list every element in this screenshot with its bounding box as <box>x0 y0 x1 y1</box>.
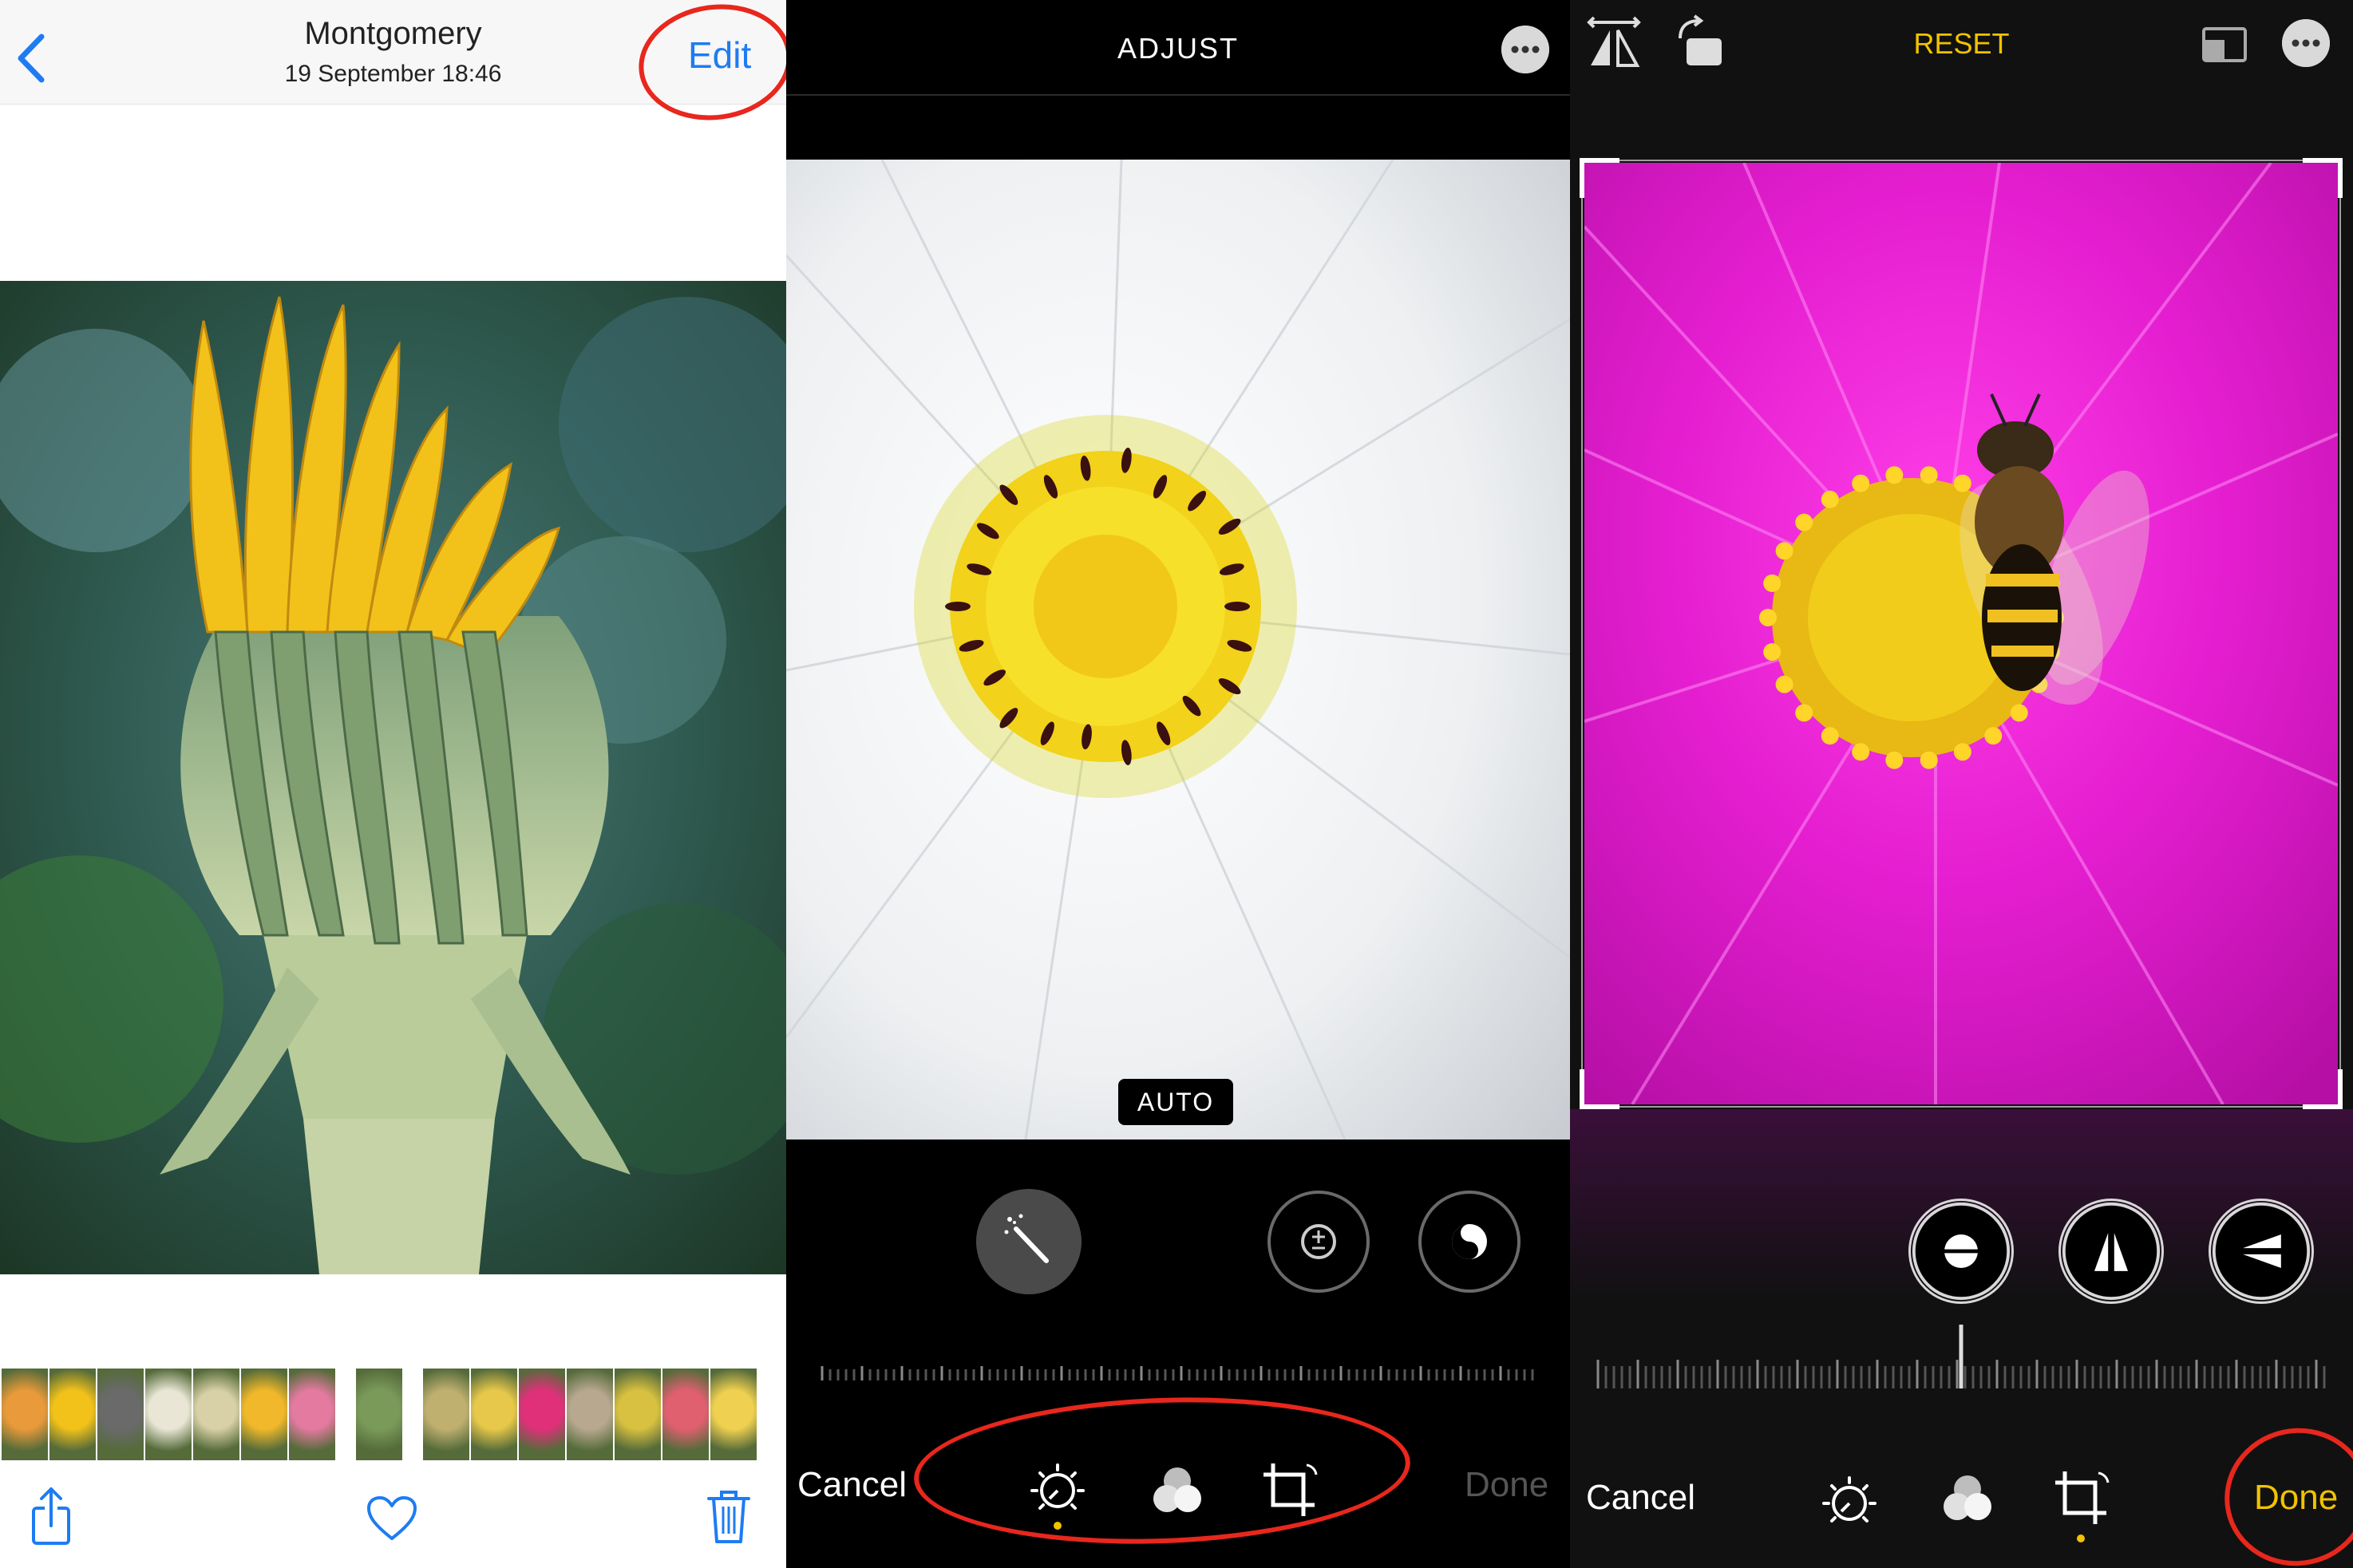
filters-icon[interactable] <box>1145 1463 1209 1519</box>
photo-date: 19 September 18:46 <box>284 61 502 87</box>
straighten-icon[interactable] <box>1908 1199 2014 1304</box>
thumbnail[interactable] <box>615 1369 661 1460</box>
done-button[interactable]: Done <box>2254 1478 2338 1518</box>
thumbnail[interactable] <box>2 1369 48 1460</box>
anther <box>1224 602 1250 611</box>
straighten-slider[interactable] <box>1594 1325 2328 1388</box>
heart-icon[interactable] <box>366 1495 418 1542</box>
thumbnail[interactable] <box>49 1369 96 1460</box>
crop-header: RESET <box>1570 0 2353 88</box>
crop-panel: RESET Cancel Done <box>1570 0 2353 1568</box>
adjust-header: ADJUST <box>786 0 1570 96</box>
thumbnail[interactable] <box>145 1369 192 1460</box>
navigation-bar: Montgomery 19 September 18:46 Edit <box>0 0 786 105</box>
bottom-toolbar <box>0 1468 786 1568</box>
thumbnail[interactable] <box>519 1369 565 1460</box>
filters-icon[interactable] <box>1936 1471 1999 1527</box>
thumbnail[interactable] <box>97 1369 144 1460</box>
crop-icon[interactable] <box>2049 1467 2113 1546</box>
trash-icon[interactable] <box>706 1487 752 1545</box>
cancel-button[interactable]: Cancel <box>797 1465 907 1505</box>
adjust-dial-icon[interactable] <box>1817 1471 1881 1535</box>
dandelion-bud-photo <box>0 281 786 1274</box>
auto-badge[interactable]: AUTO <box>1118 1079 1233 1125</box>
thumbnail[interactable] <box>423 1369 469 1460</box>
horizontal-perspective-icon[interactable] <box>2209 1199 2314 1304</box>
adjust-panel: ADJUST AUTO Cancel Done <box>786 0 1570 1568</box>
more-icon[interactable] <box>2282 19 2330 67</box>
brilliance-icon[interactable] <box>1417 1189 1522 1294</box>
exposure-icon[interactable] <box>1266 1189 1371 1294</box>
adjust-dial-icon[interactable] <box>1026 1460 1089 1532</box>
share-icon[interactable] <box>27 1486 75 1546</box>
adjust-title: ADJUST <box>1117 32 1239 65</box>
thumbnail[interactable] <box>710 1369 757 1460</box>
thumbnail[interactable] <box>241 1369 287 1460</box>
thumbnail[interactable] <box>567 1369 613 1460</box>
adjustment-slider[interactable] <box>818 1349 1536 1380</box>
thumbnail[interactable] <box>662 1369 709 1460</box>
cancel-button[interactable]: Cancel <box>1586 1478 1695 1518</box>
done-button[interactable]: Done <box>1465 1465 1548 1505</box>
thumbnail[interactable] <box>193 1369 239 1460</box>
thumbnail[interactable] <box>356 1369 402 1460</box>
white-cosmos-photo <box>786 160 1570 1139</box>
more-icon[interactable] <box>1501 26 1549 73</box>
anther <box>945 602 971 611</box>
aspect-ratio-icon[interactable] <box>2201 21 2248 69</box>
photo-title: Montgomery <box>304 16 482 51</box>
edit-button[interactable]: Edit <box>688 34 751 77</box>
thumbnail[interactable] <box>471 1369 517 1460</box>
crop-icon[interactable] <box>1257 1459 1321 1523</box>
thumbnail-strip[interactable] <box>0 1369 786 1460</box>
photo-viewer-panel: Montgomery 19 September 18:46 Edit <box>0 0 786 1568</box>
vertical-perspective-icon[interactable] <box>2058 1199 2164 1304</box>
thumbnail[interactable] <box>289 1369 335 1460</box>
crop-frame[interactable] <box>1580 158 2343 1109</box>
auto-enhance-wand-icon[interactable] <box>976 1189 1082 1294</box>
